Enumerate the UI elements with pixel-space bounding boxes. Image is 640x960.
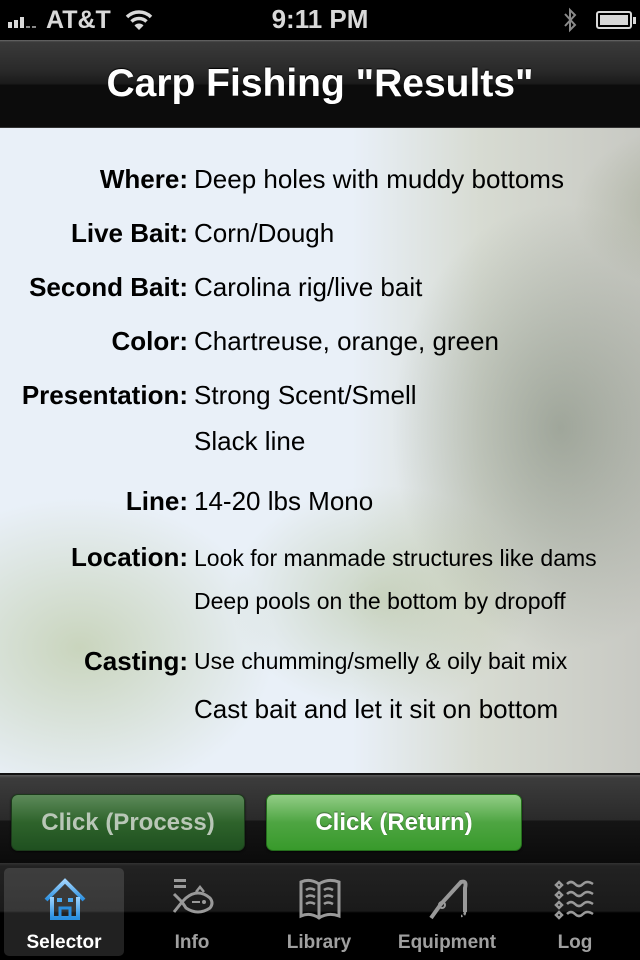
- bluetooth-icon: [564, 7, 577, 33]
- result-value: 14-20 lbs Mono: [194, 486, 374, 516]
- result-value: Slack line: [194, 426, 306, 456]
- result-value: Use chumming/smelly & oily bait mix: [194, 648, 568, 674]
- result-label: Casting:: [84, 646, 188, 676]
- result-label: Live Bait:: [70, 218, 188, 248]
- action-bar: Click (Process) Click (Return): [0, 773, 640, 863]
- process-button[interactable]: Click (Process): [11, 794, 245, 851]
- result-label: Line:: [125, 486, 188, 516]
- tab-library[interactable]: Library: [259, 868, 379, 956]
- result-label: Presentation:: [21, 380, 188, 410]
- tab-label: Equipment: [397, 932, 497, 953]
- tab-equipment[interactable]: Equipment: [387, 868, 507, 956]
- status-bar: AT&T 9:11 PM: [0, 0, 640, 40]
- tab-info[interactable]: Info: [132, 868, 252, 956]
- result-value: Corn/Dough: [194, 218, 335, 248]
- result-value: Strong Scent/Smell: [194, 380, 417, 410]
- tab-bar: Selector Info Library Equipment Log: [0, 863, 640, 960]
- clock: 9:11 PM: [271, 4, 369, 34]
- tab-label: Info: [174, 932, 210, 953]
- battery-icon: [596, 11, 636, 29]
- result-value: Carolina rig/live bait: [194, 272, 423, 302]
- tab-selector[interactable]: Selector: [4, 868, 124, 956]
- tab-label: Log: [557, 932, 593, 953]
- result-value: Cast bait and let it sit on bottom: [194, 694, 559, 724]
- tab-log[interactable]: Log: [515, 868, 635, 956]
- fishing-rod-icon: [429, 879, 468, 920]
- fish-icon: [172, 879, 214, 914]
- result-value: Chartreuse, orange, green: [194, 326, 499, 356]
- result-value: Look for manmade structures like dams: [194, 545, 597, 571]
- result-label: Location:: [71, 542, 188, 572]
- return-button[interactable]: Click (Return): [266, 794, 522, 851]
- results-panel: Where: Deep holes with muddy bottoms Liv…: [0, 128, 640, 773]
- page-title: Carp Fishing "Results": [106, 62, 534, 105]
- house-icon: [44, 878, 86, 920]
- result-label: Second Bait:: [29, 272, 188, 302]
- result-label: Color:: [111, 326, 188, 356]
- result-value: Deep holes with muddy bottoms: [194, 164, 564, 194]
- book-icon: [299, 878, 341, 920]
- navigation-bar: Carp Fishing "Results": [0, 40, 640, 128]
- result-label: Where:: [99, 164, 188, 194]
- waves-list-icon: [554, 880, 594, 920]
- result-value: Deep pools on the bottom by dropoff: [194, 588, 566, 614]
- tab-label: Library: [286, 932, 352, 953]
- tab-label: Selector: [26, 932, 102, 953]
